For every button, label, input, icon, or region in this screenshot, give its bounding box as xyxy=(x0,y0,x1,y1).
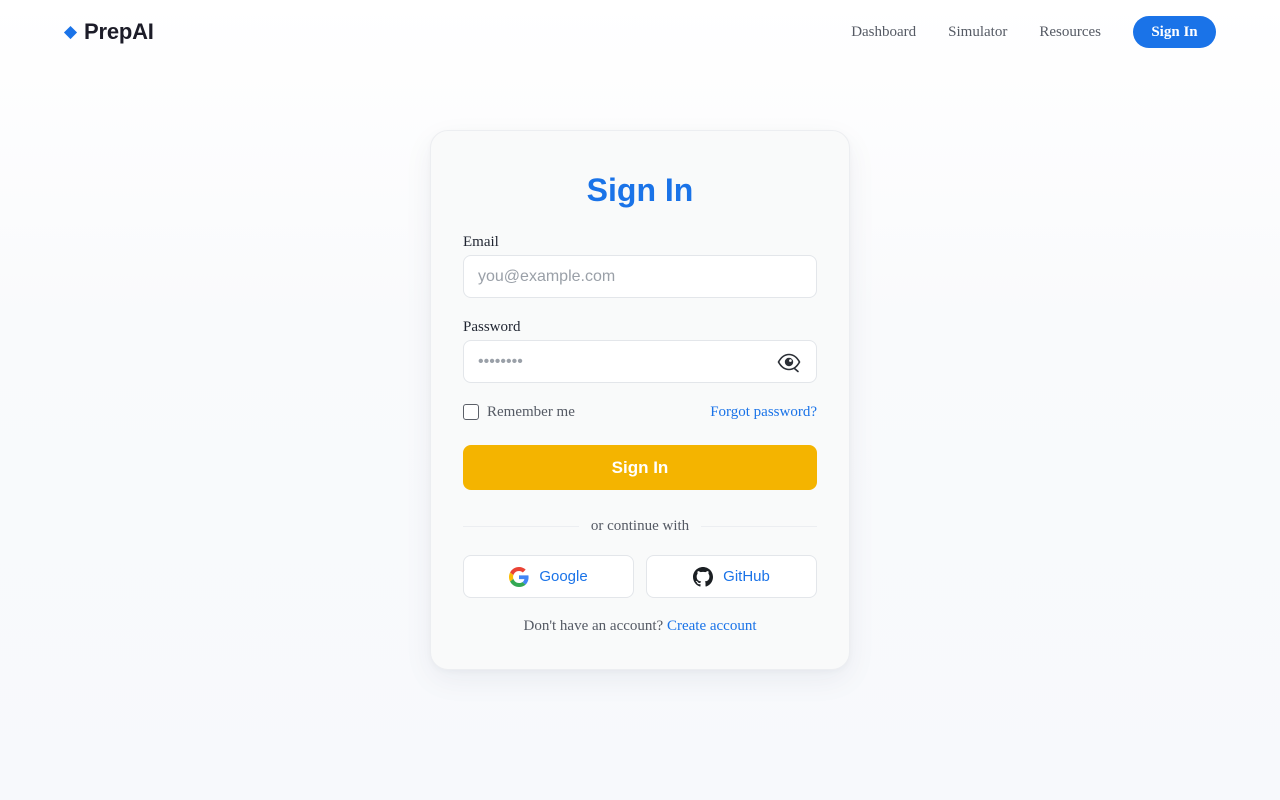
page-title: Sign In xyxy=(586,172,694,208)
google-login-label: Google xyxy=(539,568,588,585)
divider-line-left xyxy=(463,525,579,527)
forgot-password-link[interactable]: Forgot password? xyxy=(710,404,817,421)
password-label: Password xyxy=(463,319,521,335)
brand-name: PrepAI xyxy=(84,19,154,44)
email-field[interactable] xyxy=(464,256,816,297)
nav-link-resources[interactable]: Resources xyxy=(1039,24,1101,41)
create-account-prompt: Don't have an account? Create account xyxy=(463,617,817,635)
brand-logo[interactable]: PrepAI xyxy=(63,18,154,46)
google-icon xyxy=(509,566,529,587)
divider-text: or continue with xyxy=(590,517,690,534)
github-login-label: GitHub xyxy=(723,568,770,585)
email-field-wrapper xyxy=(463,255,817,298)
create-account-link[interactable]: Create account xyxy=(667,618,757,634)
nav-signin-button[interactable]: Sign In xyxy=(1133,16,1216,48)
divider-line-right xyxy=(701,525,818,527)
password-field-wrapper xyxy=(463,340,817,383)
signin-card: Sign In Email Password Remember me Forgo… xyxy=(430,130,850,670)
password-field[interactable] xyxy=(464,341,816,382)
top-navbar: PrepAI Dashboard Simulator Resources Sig… xyxy=(0,0,1280,64)
main-nav: Dashboard Simulator Resources Sign In xyxy=(851,16,1216,48)
eye-icon[interactable] xyxy=(777,351,801,373)
options-row: Remember me Forgot password? xyxy=(463,403,817,421)
email-label: Email xyxy=(463,234,499,250)
create-account-text: Don't have an account? xyxy=(523,618,664,634)
github-icon xyxy=(693,566,714,587)
nav-link-simulator[interactable]: Simulator xyxy=(948,24,1007,41)
nav-link-dashboard[interactable]: Dashboard xyxy=(851,24,916,41)
github-login-button[interactable]: GitHub xyxy=(646,555,817,598)
remember-me-label: Remember me xyxy=(487,403,575,420)
social-divider: or continue with xyxy=(463,516,818,536)
remember-me-control[interactable]: Remember me xyxy=(463,404,575,421)
signin-submit-button[interactable]: Sign In xyxy=(463,445,817,490)
social-login-row: Google GitHub xyxy=(463,555,817,598)
remember-me-checkbox[interactable] xyxy=(463,404,479,420)
diamond-icon xyxy=(63,25,78,39)
google-login-button[interactable]: Google xyxy=(463,555,634,598)
